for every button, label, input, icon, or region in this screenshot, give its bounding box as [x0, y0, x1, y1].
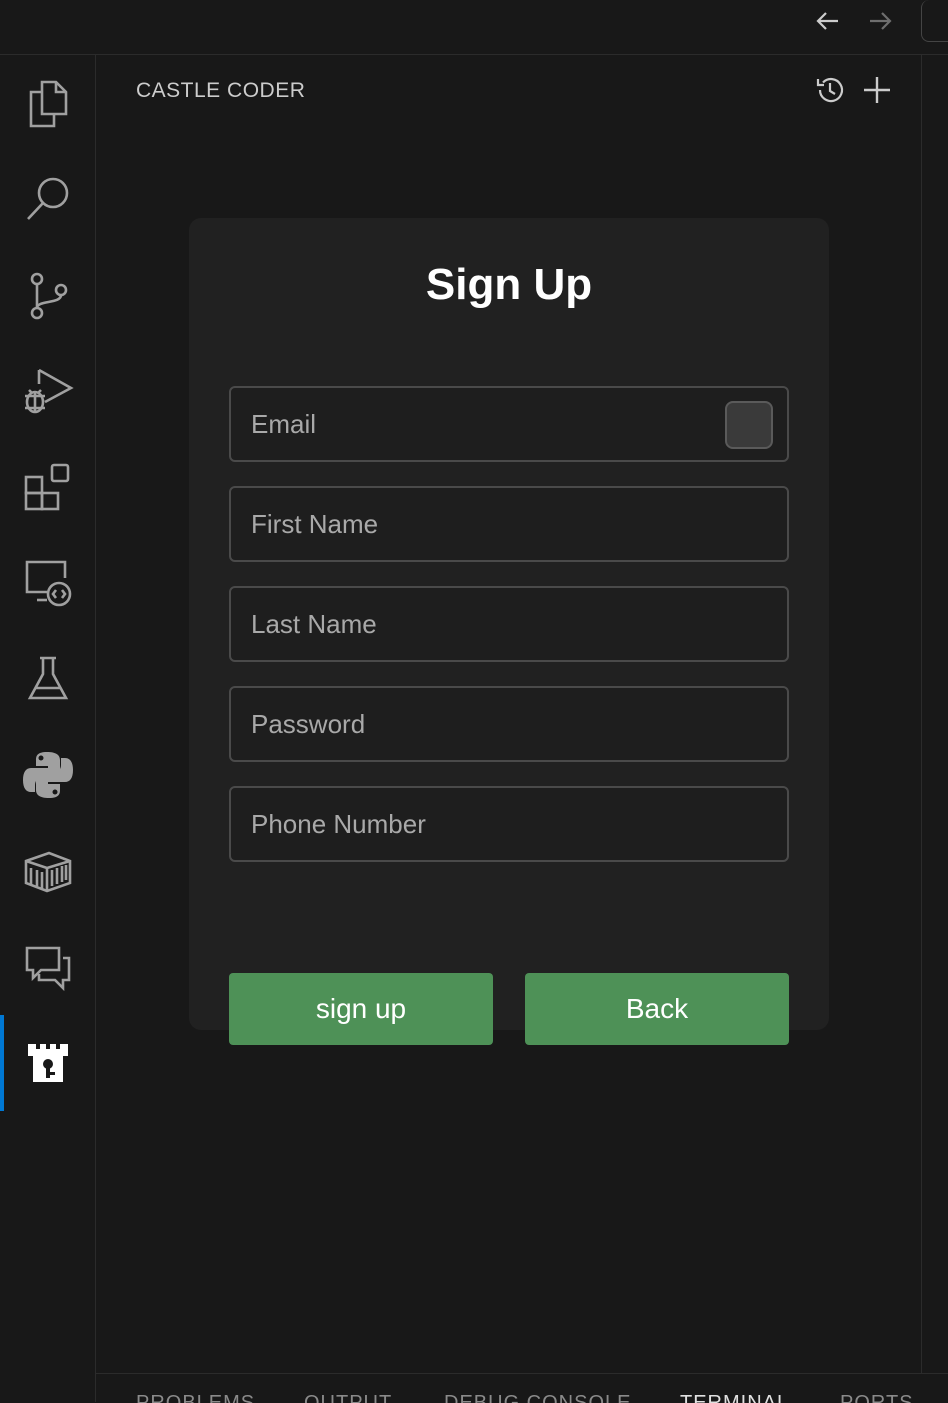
history-icon[interactable]: [813, 73, 847, 107]
password-field[interactable]: [229, 686, 789, 762]
email-field[interactable]: [229, 386, 789, 462]
signup-title: Sign Up: [425, 260, 593, 309]
python-icon[interactable]: [0, 727, 95, 823]
last-name-field[interactable]: [229, 586, 789, 662]
tab-terminal[interactable]: TERMINAL: [680, 1392, 789, 1403]
chat-icon[interactable]: [0, 919, 95, 1015]
testing-icon[interactable]: [0, 631, 95, 727]
castle-coder-panel: CASTLE CODER Sign Up sign up Back: [96, 55, 921, 1373]
email-input[interactable]: [231, 388, 787, 460]
tab-problems[interactable]: PROBLEMS: [136, 1392, 255, 1403]
forward-arrow-icon[interactable]: [865, 6, 895, 36]
back-arrow-icon[interactable]: [813, 6, 843, 36]
last-name-input[interactable]: [231, 588, 787, 660]
add-icon[interactable]: [860, 73, 894, 107]
containers-icon[interactable]: [0, 823, 95, 919]
tab-output[interactable]: OUTPUT: [304, 1392, 392, 1403]
tab-debug-console[interactable]: DEBUG CONSOLE: [444, 1392, 631, 1403]
files-icon[interactable]: [0, 55, 95, 151]
first-name-input[interactable]: [231, 488, 787, 560]
bottom-panel-tabs: PROBLEMS OUTPUT DEBUG CONSOLE TERMINAL P…: [96, 1373, 948, 1403]
command-center-edge[interactable]: [921, 0, 948, 42]
editor-edge: [921, 55, 948, 1373]
password-input[interactable]: [231, 688, 787, 760]
castle-icon[interactable]: [0, 1015, 95, 1111]
phone-number-field[interactable]: [229, 786, 789, 862]
first-name-field[interactable]: [229, 486, 789, 562]
activity-bar: [0, 55, 96, 1402]
search-icon[interactable]: [0, 151, 95, 247]
phone-number-input[interactable]: [231, 788, 787, 860]
sign-up-button[interactable]: sign up: [229, 973, 493, 1045]
extensions-icon[interactable]: [0, 439, 95, 535]
source-control-icon[interactable]: [0, 247, 95, 343]
run-debug-icon[interactable]: [0, 343, 95, 439]
remote-explorer-icon[interactable]: [0, 535, 95, 631]
autofill-button[interactable]: [725, 401, 773, 449]
title-bar: [0, 0, 948, 55]
panel-title: CASTLE CODER: [136, 79, 306, 102]
tab-ports[interactable]: PORTS: [840, 1392, 914, 1403]
signup-card: Sign Up sign up Back: [189, 218, 829, 1045]
back-button[interactable]: Back: [525, 973, 789, 1045]
